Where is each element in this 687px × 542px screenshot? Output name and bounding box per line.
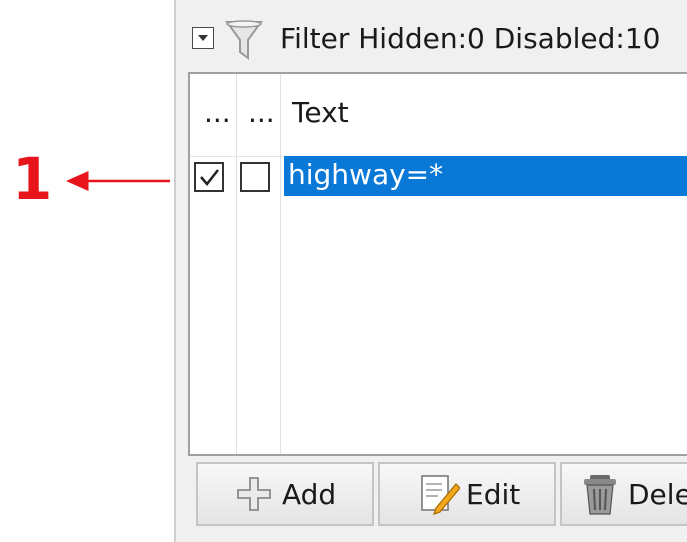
edit-button[interactable]: Edit <box>378 462 556 526</box>
column-header-text[interactable]: Text <box>292 96 349 129</box>
panel-titlebar: Filter Hidden:0 Disabled:10 <box>176 14 687 66</box>
delete-button-label: Delete <box>628 477 687 511</box>
column-header-enabled[interactable]: ... <box>204 96 231 129</box>
enabled-checkbox[interactable] <box>194 162 224 192</box>
panel-title: Filter Hidden:0 Disabled:10 <box>280 22 661 55</box>
column-divider <box>236 74 237 454</box>
edit-button-label: Edit <box>466 477 521 511</box>
column-header-hiding[interactable]: ... <box>248 96 275 129</box>
checkmark-icon <box>200 169 219 186</box>
add-button-label: Add <box>282 477 337 511</box>
edit-icon <box>421 475 460 515</box>
annotation-number-1: 1 <box>12 145 53 213</box>
table-row[interactable]: highway=* <box>190 156 687 196</box>
list-header: ... ... Text <box>190 74 687 157</box>
plus-icon <box>237 477 271 511</box>
trash-icon <box>584 475 616 515</box>
hiding-checkbox[interactable] <box>240 162 270 192</box>
add-button[interactable]: Add <box>196 462 374 526</box>
filter-text-cell[interactable]: highway=* <box>284 156 687 196</box>
button-bar: Add Edit Delete <box>188 462 687 526</box>
filter-panel: Filter Hidden:0 Disabled:10 ... ... Text… <box>174 0 687 542</box>
collapse-icon[interactable] <box>192 27 214 49</box>
filter-list[interactable]: ... ... Text highway=* <box>188 72 687 456</box>
funnel-icon <box>225 20 263 60</box>
delete-button[interactable]: Delete <box>560 462 687 526</box>
column-divider <box>280 74 281 454</box>
